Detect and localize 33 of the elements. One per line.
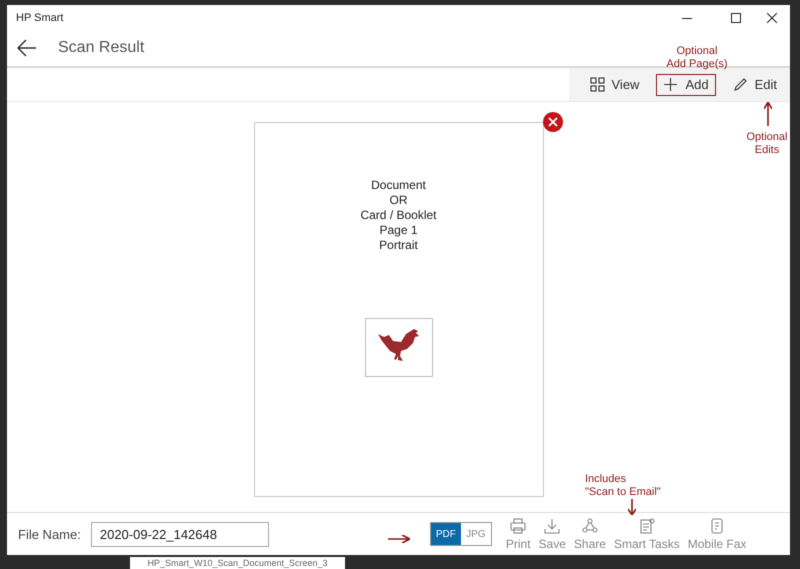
file-name-label: File Name: (18, 526, 81, 542)
format-toggle[interactable]: PDF (430, 523, 461, 545)
add-button[interactable]: Add (656, 74, 716, 96)
printer-icon (510, 518, 526, 534)
phone-icon (709, 518, 726, 534)
share-icon (582, 518, 598, 534)
page-title: Scan Result (58, 39, 144, 57)
plus-icon (663, 76, 680, 92)
page-text: Document OR Card / Booklet Page 1 Portrait (360, 178, 437, 253)
grid-icon (590, 76, 606, 92)
arrow-icon (388, 535, 410, 543)
close-icon (767, 12, 777, 22)
annotation-note: Includes "Scan to Email" (585, 473, 662, 499)
action-button[interactable]: Print (502, 518, 535, 550)
arrow-icon (628, 499, 636, 515)
annotation-note: Optional Edits (746, 131, 788, 157)
rooster-image (364, 318, 432, 377)
annotation-note: Optional Add Page(s) (665, 45, 729, 71)
caption: HP_Smart_W10_Scan_Document_Screen_3 (147, 557, 328, 569)
action-button[interactable]: Smart Tasks (610, 518, 684, 550)
download-icon (544, 518, 560, 534)
delete-icon[interactable] (542, 112, 562, 132)
checklist-icon (638, 518, 655, 534)
view-button[interactable]: View (582, 74, 646, 96)
action-button[interactable]: Save (534, 518, 570, 550)
action-button[interactable]: Mobile Fax (684, 518, 750, 550)
arrow-icon (764, 102, 772, 126)
edit-button[interactable]: Edit (726, 74, 784, 96)
action-button[interactable]: Share (570, 518, 610, 550)
pencil-icon (732, 76, 749, 92)
file-name-field[interactable]: 2020-09-22_142648 (90, 522, 269, 546)
window-title: HP Smart (16, 12, 64, 24)
maximize-icon (731, 12, 741, 22)
